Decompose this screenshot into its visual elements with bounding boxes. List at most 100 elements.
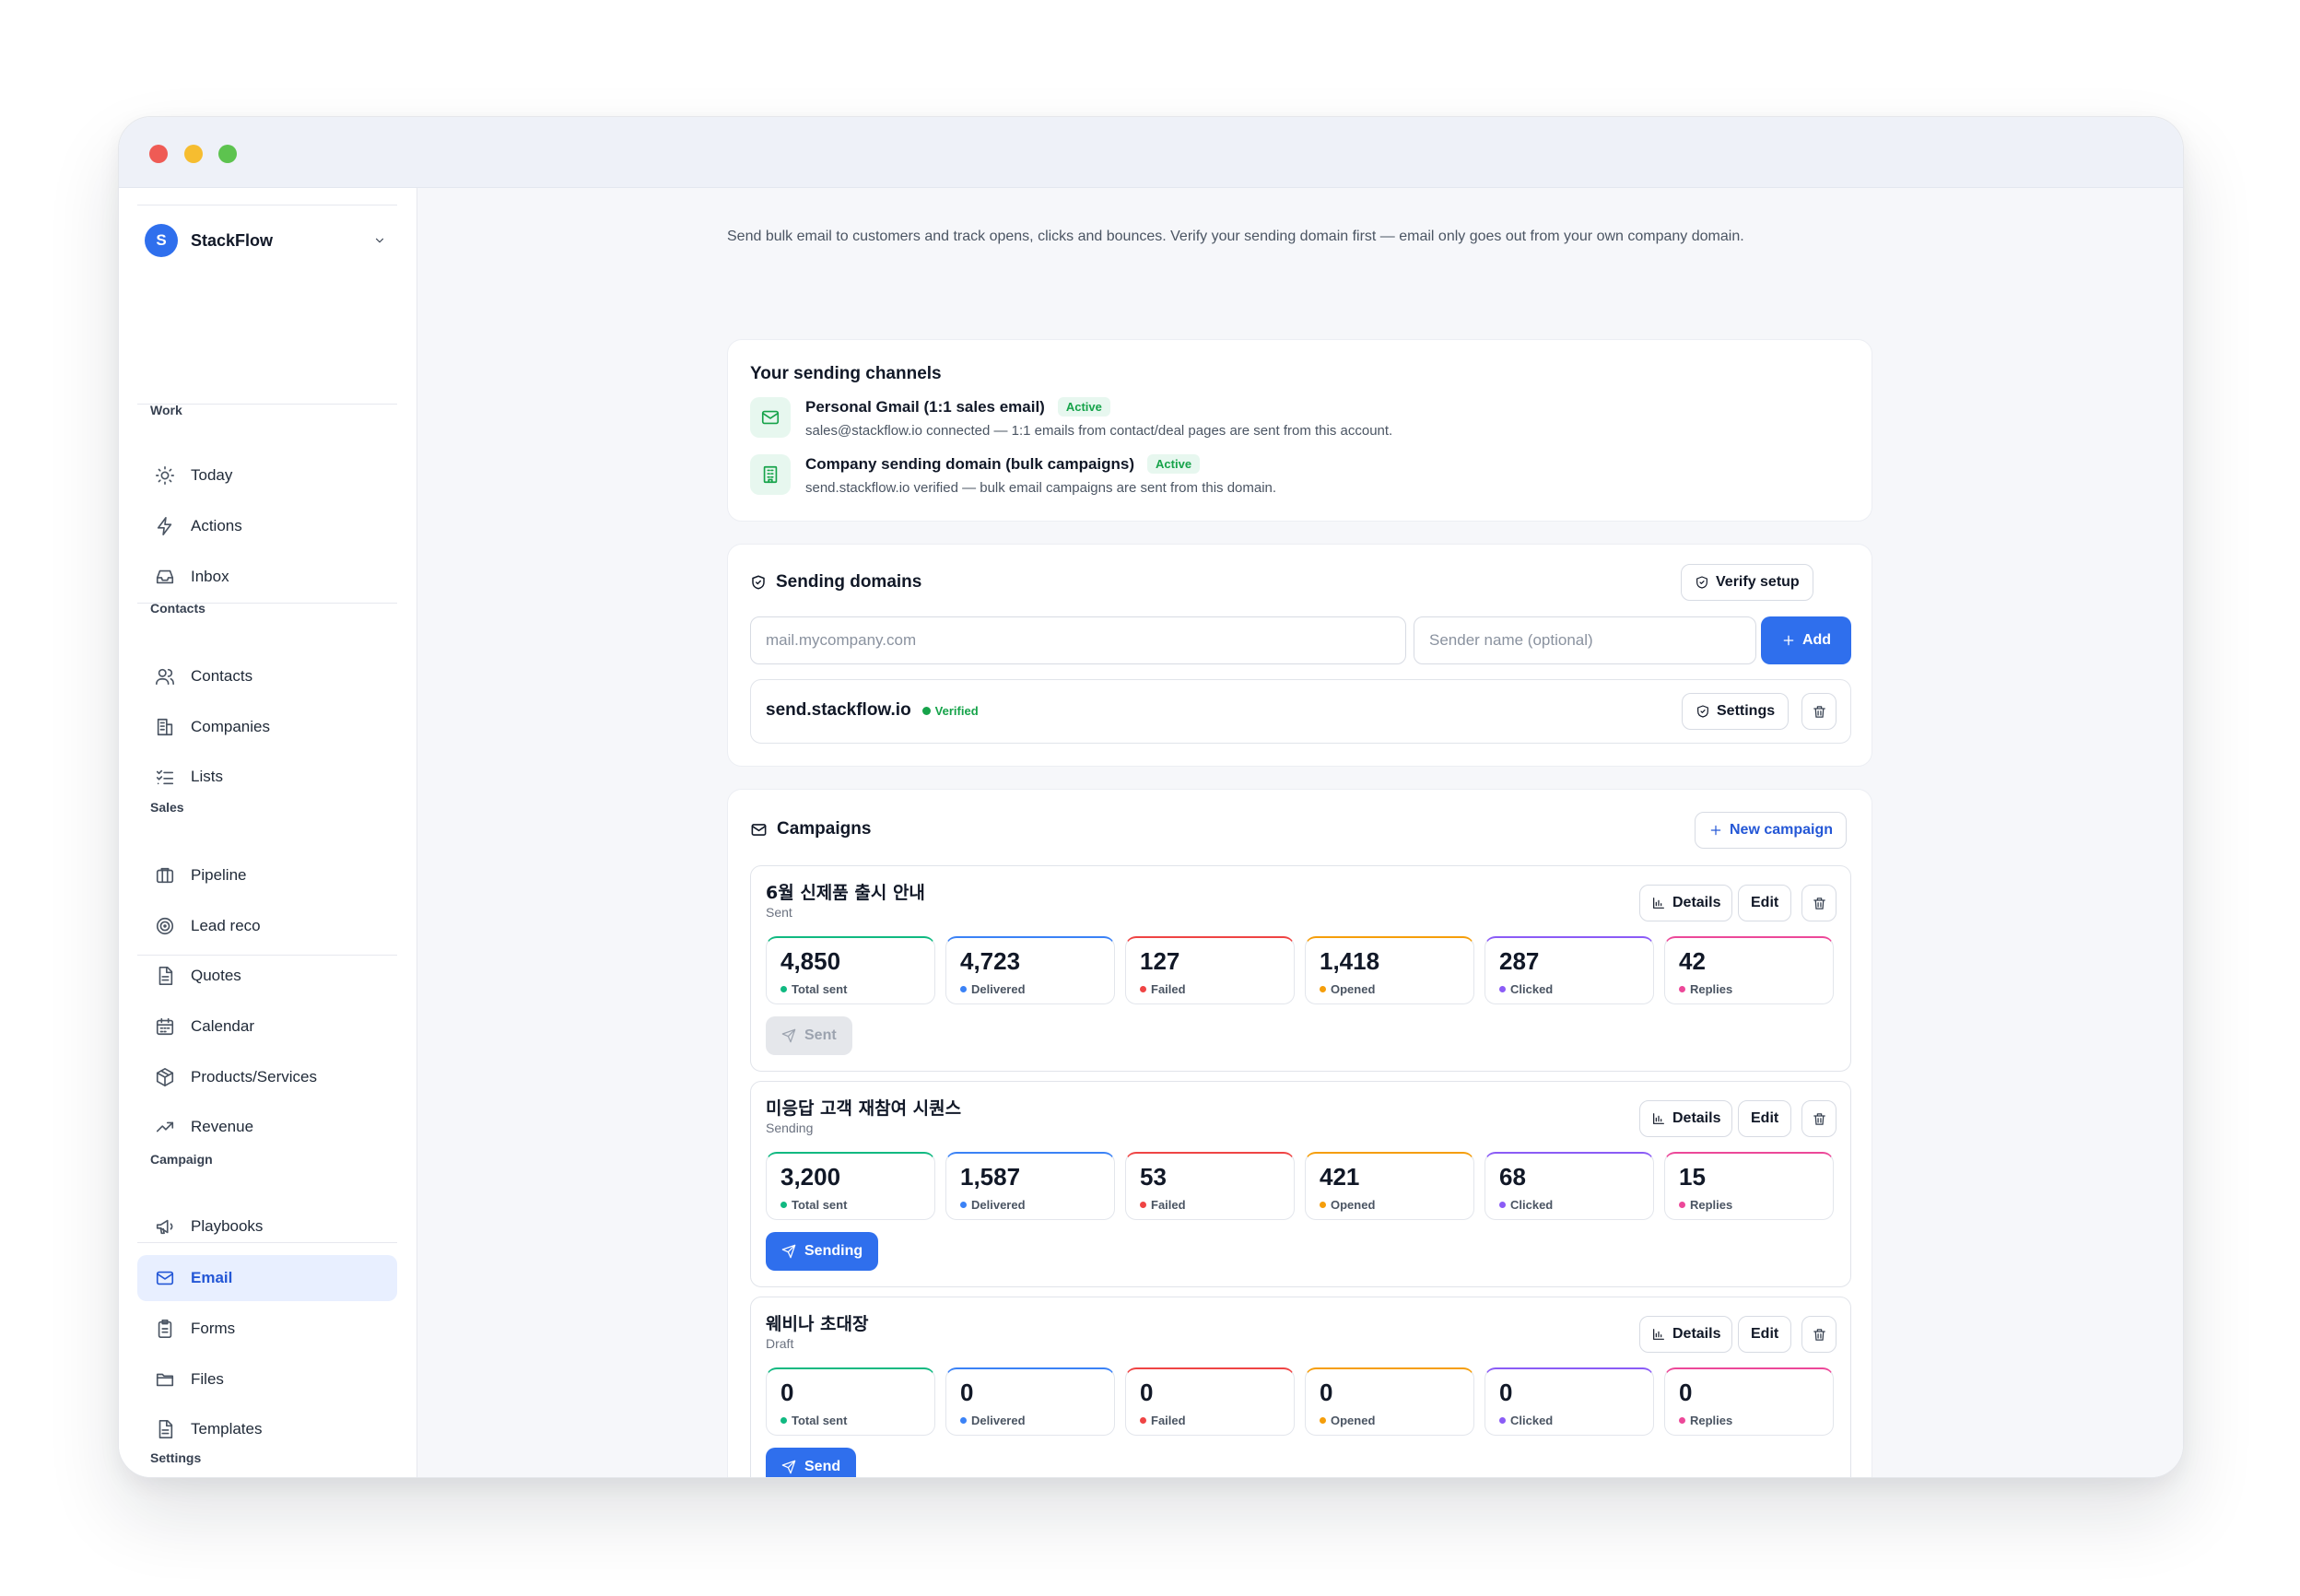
stat-failed: 53 Failed xyxy=(1125,1152,1295,1220)
domain-settings-button[interactable]: Settings xyxy=(1682,693,1790,730)
edit-label: Edit xyxy=(1751,895,1779,910)
campaign-edit-button[interactable]: Edit xyxy=(1738,1316,1792,1353)
sidebar-item-templates[interactable]: Templates xyxy=(137,1406,397,1452)
campaign-name: 6월 신제품 출시 안내 xyxy=(766,883,925,903)
stat-label-text: Delivered xyxy=(971,1414,1026,1427)
sidebar-item-quotes[interactable]: Quotes xyxy=(137,953,397,999)
inbox-icon xyxy=(154,566,176,588)
stat-label: Opened xyxy=(1320,1198,1375,1212)
campaigns-header: Campaigns xyxy=(750,819,871,839)
stat-label: Failed xyxy=(1140,1414,1186,1427)
domain-input[interactable] xyxy=(750,616,1406,664)
campaign-details-button[interactable]: Details xyxy=(1639,1100,1733,1137)
sidebar-item-lists[interactable]: Lists xyxy=(137,754,397,800)
sidebar-item-label: Lead reco xyxy=(191,917,261,934)
status-dot xyxy=(780,1202,787,1208)
sidebar-section-contacts: Contacts xyxy=(150,601,205,616)
stat-label-text: Opened xyxy=(1331,1414,1376,1427)
status-dot xyxy=(960,1417,967,1424)
sidebar-section-sales: Sales xyxy=(150,800,184,815)
workspace-avatar: S xyxy=(145,224,178,257)
sidebar-item-forms[interactable]: Forms xyxy=(137,1306,397,1352)
sidebar-section-work: Work xyxy=(150,403,182,417)
campaign-status: Draft xyxy=(766,1336,794,1351)
stat-label-text: Delivered xyxy=(971,982,1026,996)
campaign-details-button[interactable]: Details xyxy=(1639,885,1733,921)
delete-domain-button[interactable] xyxy=(1801,693,1836,730)
add-domain-button[interactable]: Add xyxy=(1761,616,1851,664)
minimize-window-button[interactable] xyxy=(184,145,203,163)
stat-value: 4,850 xyxy=(780,947,841,975)
bar-chart-icon xyxy=(1653,1329,1664,1340)
stat-label-text: Opened xyxy=(1331,982,1376,996)
maximize-window-button[interactable] xyxy=(218,145,237,163)
sending-domains-header: Sending domains xyxy=(750,572,921,593)
status-dot xyxy=(1320,986,1326,992)
mail-icon xyxy=(154,1267,176,1289)
stat-value: 0 xyxy=(1140,1379,1154,1406)
campaign-status: Sent xyxy=(766,905,792,920)
close-window-button[interactable] xyxy=(149,145,168,163)
sidebar-item-inbox[interactable]: Inbox xyxy=(137,554,397,600)
stat-delivered: 1,587 Delivered xyxy=(945,1152,1115,1220)
sidebar-item-revenue[interactable]: Revenue xyxy=(137,1104,397,1150)
verify-setup-button[interactable]: Verify setup xyxy=(1681,564,1813,601)
delete-campaign-button[interactable] xyxy=(1801,1316,1836,1353)
plus-icon xyxy=(1710,825,1721,836)
sidebar-item-playbooks[interactable]: Playbooks xyxy=(137,1203,397,1250)
sidebar-item-label: Actions xyxy=(191,517,242,534)
stat-total-sent: 3,200 Total sent xyxy=(766,1152,935,1220)
stat-label-text: Delivered xyxy=(971,1198,1026,1212)
status-badge: Active xyxy=(1057,397,1110,417)
status-badge: Active xyxy=(1147,454,1201,474)
sidebar-item-products-services[interactable]: Products/Services xyxy=(137,1054,397,1100)
status-dot xyxy=(1499,1202,1506,1208)
sidebar-item-label: Contacts xyxy=(191,667,253,685)
campaign-card: 미응답 고객 재참여 시퀀스 Sending Details Edit 3,200 Tot… xyxy=(750,1081,1851,1287)
campaign-edit-button[interactable]: Edit xyxy=(1738,885,1792,921)
trending-up-icon xyxy=(154,1116,176,1138)
stat-label: Clicked xyxy=(1499,982,1553,996)
sidebar-item-label: Playbooks xyxy=(191,1217,264,1235)
campaign-details-button[interactable]: Details xyxy=(1639,1316,1733,1353)
delete-campaign-button[interactable] xyxy=(1801,885,1836,921)
stat-label: Delivered xyxy=(960,1414,1026,1427)
sidebar-item-pipeline[interactable]: Pipeline xyxy=(137,852,397,898)
sidebar-item-actions[interactable]: Actions xyxy=(137,503,397,549)
sidebar-item-contacts[interactable]: Contacts xyxy=(137,653,397,699)
sending-domains-card: Sending domains Verify setup Add send.st… xyxy=(727,544,1872,767)
sidebar-item-today[interactable]: Today xyxy=(137,452,397,499)
workspace-switcher[interactable]: S StackFlow xyxy=(145,221,395,260)
domain-name-group: send.stackflow.io Verified xyxy=(766,700,979,721)
sidebar-item-companies[interactable]: Companies xyxy=(137,704,397,750)
sidebar: S StackFlow Work Today Actions Inbox Contact… xyxy=(119,188,417,1477)
new-campaign-button[interactable]: New campaign xyxy=(1695,812,1848,849)
campaign-edit-button[interactable]: Edit xyxy=(1738,1100,1792,1137)
sidebar-item-email[interactable]: Email xyxy=(137,1255,397,1301)
status-dot xyxy=(1320,1417,1326,1424)
sender-name-input[interactable] xyxy=(1414,616,1756,664)
trash-icon xyxy=(1813,1328,1825,1341)
stat-value: 0 xyxy=(1499,1379,1513,1406)
stat-value: 0 xyxy=(1679,1379,1693,1406)
sidebar-item-files[interactable]: Files xyxy=(137,1356,397,1402)
domain-row: send.stackflow.io Verified Settings xyxy=(750,679,1851,744)
stat-value: 421 xyxy=(1320,1163,1360,1191)
stat-label-text: Clicked xyxy=(1510,1414,1554,1427)
stat-label: Delivered xyxy=(960,1198,1026,1212)
status-dot xyxy=(1320,1202,1326,1208)
campaign-send-button[interactable]: Send xyxy=(766,1448,857,1477)
delete-campaign-button[interactable] xyxy=(1801,1100,1836,1137)
chevron-down-icon xyxy=(375,238,384,243)
campaigns-card: Campaigns New campaign 6월 신제품 출시 안내 Sent D… xyxy=(727,789,1872,1477)
status-dot xyxy=(1679,1417,1685,1424)
sidebar-item-lead-reco[interactable]: Lead reco xyxy=(137,903,397,949)
campaign-sending-button[interactable]: Sending xyxy=(766,1232,879,1271)
stat-clicked: 0 Clicked xyxy=(1484,1367,1654,1436)
stat-value: 0 xyxy=(960,1379,974,1406)
action-label: Send xyxy=(804,1459,841,1474)
stat-value: 287 xyxy=(1499,947,1540,975)
campaign-sent-button[interactable]: Sent xyxy=(766,1016,852,1055)
stat-label-text: Total sent xyxy=(792,1414,848,1427)
sidebar-item-calendar[interactable]: Calendar xyxy=(137,1003,397,1050)
